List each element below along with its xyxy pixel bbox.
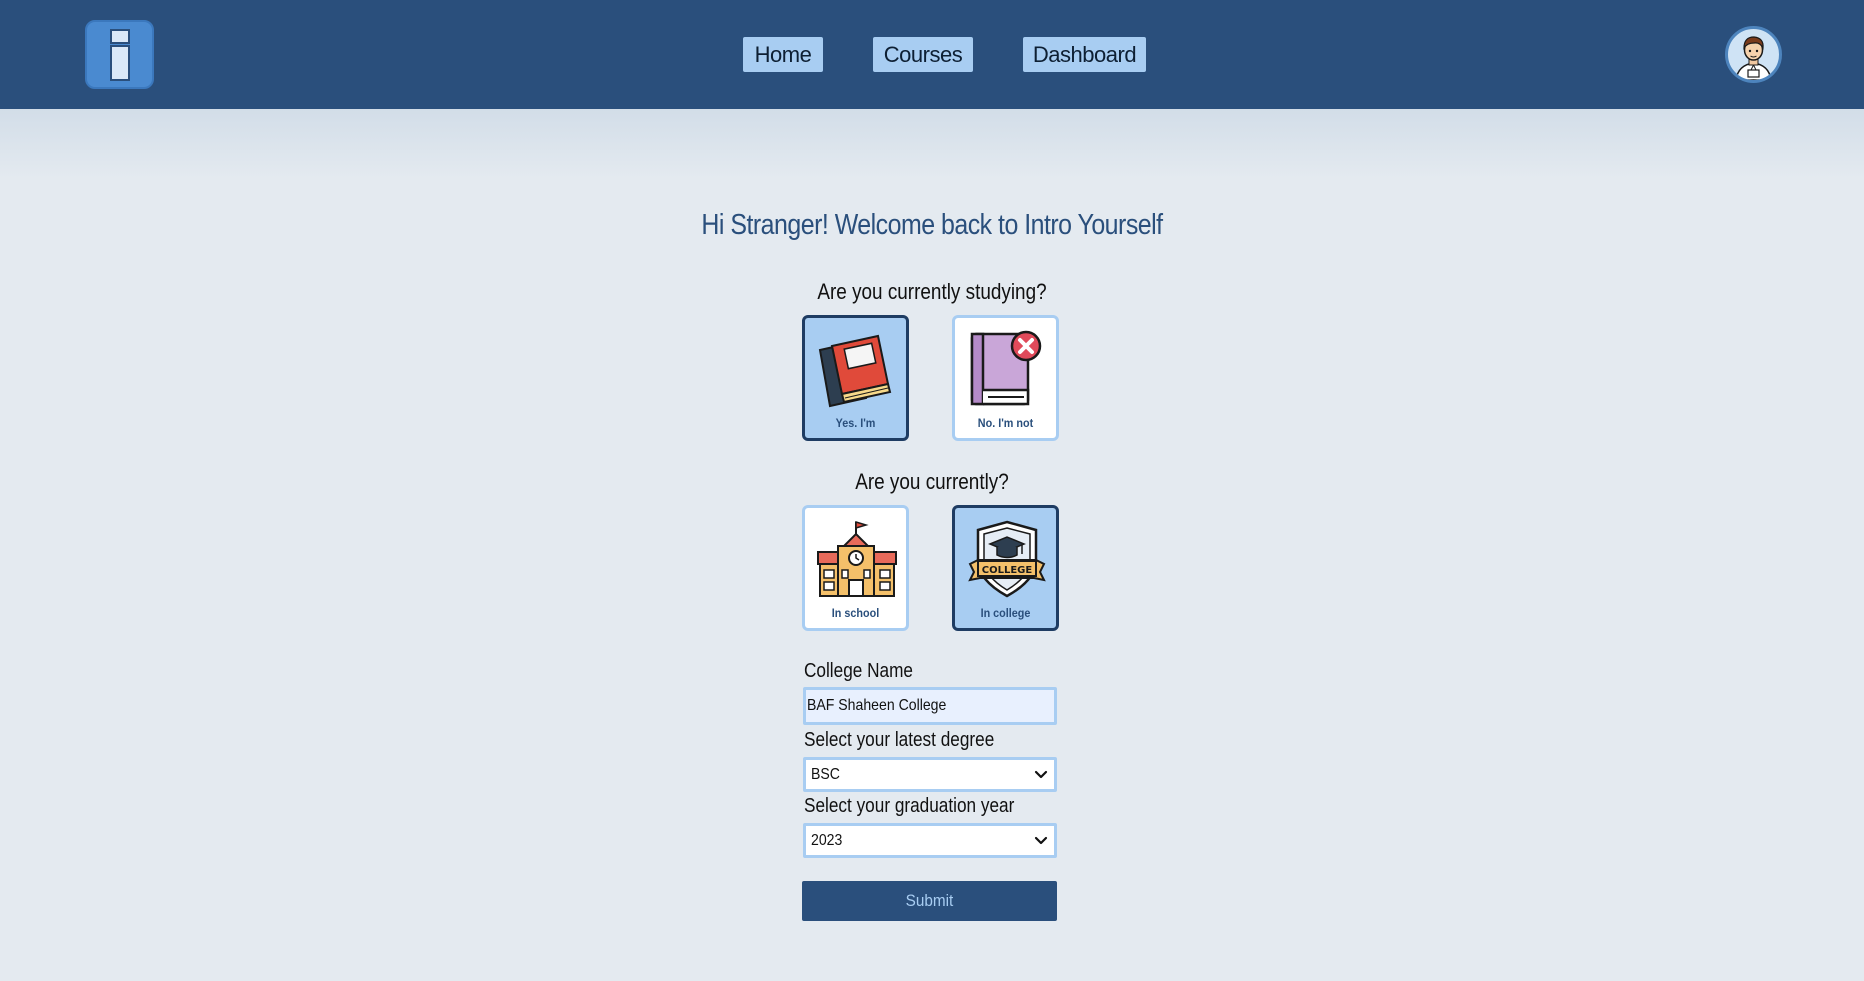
book-closed-icon	[970, 330, 1042, 406]
logo-icon[interactable]	[85, 20, 154, 89]
graduation-year-selected-value: 2023	[811, 832, 843, 849]
user-avatar-icon[interactable]	[1725, 26, 1782, 83]
svg-text:COLLEGE: COLLEGE	[982, 565, 1033, 576]
current-status-question: Are you currently?	[855, 469, 1009, 494]
submit-button[interactable]: Submit	[802, 881, 1057, 921]
submit-label: Submit	[905, 891, 954, 910]
college-badge-icon: COLLEGE	[968, 520, 1046, 598]
school-building-icon	[817, 520, 897, 597]
option-in-college-label: In college	[980, 606, 1031, 620]
option-no-label: No. I'm not	[977, 416, 1034, 430]
college-name-input[interactable]: BAF Shaheen College	[803, 687, 1057, 725]
option-no-studying[interactable]: No. I'm not	[952, 315, 1059, 441]
graduation-year-select[interactable]: 2023	[803, 823, 1057, 858]
chevron-down-icon	[1034, 836, 1048, 845]
books-icon	[818, 334, 892, 408]
degree-label: Select your latest degree	[804, 729, 995, 751]
nav-dashboard-button[interactable]: Dashboard	[1023, 37, 1146, 72]
chevron-down-icon	[1034, 770, 1048, 779]
option-yes-label: Yes. I'm	[835, 416, 876, 430]
nav-home-button[interactable]: Home	[743, 37, 823, 72]
page-title: Hi Stranger! Welcome back to Intro Yours…	[701, 209, 1163, 241]
degree-selected-value: BSC	[811, 766, 840, 783]
top-navbar: Home Courses Dashboard	[0, 0, 1864, 109]
option-in-college[interactable]: COLLEGE In college	[952, 505, 1059, 631]
nav-courses-button[interactable]: Courses	[873, 37, 973, 72]
degree-select[interactable]: BSC	[803, 757, 1057, 792]
option-yes-studying[interactable]: Yes. I'm	[802, 315, 909, 441]
college-name-label: College Name	[804, 660, 913, 682]
option-in-school[interactable]: In school	[802, 505, 909, 631]
studying-question: Are you currently studying?	[817, 279, 1047, 304]
header-shadow	[0, 109, 1864, 179]
college-name-value: BAF Shaheen College	[807, 697, 947, 714]
option-in-school-label: In school	[831, 606, 880, 620]
graduation-year-label: Select your graduation year	[804, 795, 1015, 817]
